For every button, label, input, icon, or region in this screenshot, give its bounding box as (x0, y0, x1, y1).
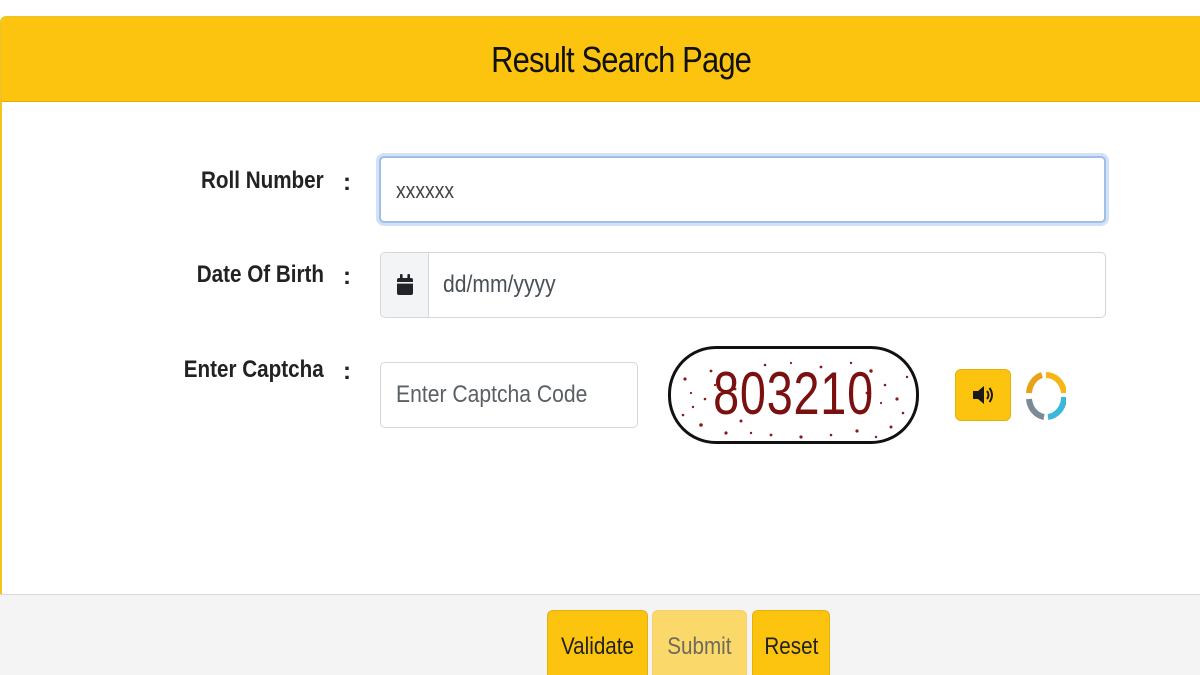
refresh-icon[interactable] (1026, 371, 1066, 421)
validate-button[interactable]: Validate (547, 610, 648, 675)
captcha-code: 803210 (713, 360, 874, 427)
calendar-icon[interactable] (381, 253, 429, 317)
submit-button-label: Submit (667, 633, 732, 660)
speaker-icon (973, 386, 993, 404)
dob-colon: : (343, 263, 351, 290)
result-search-card: Result Search Page (0, 16, 1200, 675)
captcha-audio-button[interactable] (955, 369, 1011, 421)
dob-input[interactable]: dd/mm/yyyy (429, 253, 571, 317)
roll-number-input[interactable]: xxxxxx (379, 156, 1106, 223)
roll-number-label: Roll Number (201, 167, 324, 194)
captcha-placeholder: Enter Captcha Code (396, 381, 588, 408)
captcha-image: 803210 (668, 346, 919, 444)
roll-number-value: xxxxxx (396, 177, 455, 203)
page-title: Result Search Page (491, 38, 752, 80)
captcha-colon: : (343, 358, 351, 385)
dob-input-group[interactable]: dd/mm/yyyy (380, 252, 1106, 318)
roll-number-colon: : (343, 169, 351, 196)
validate-button-label: Validate (560, 633, 635, 660)
captcha-input[interactable]: Enter Captcha Code (380, 362, 638, 428)
reset-button-label: Reset (764, 633, 818, 660)
dob-placeholder: dd/mm/yyyy (443, 271, 556, 298)
submit-button[interactable]: Submit (652, 610, 747, 675)
captcha-label: Enter Captcha (184, 356, 324, 383)
card-header: Result Search Page (2, 18, 1200, 102)
dob-label: Date Of Birth (196, 261, 324, 288)
reset-button[interactable]: Reset (752, 610, 830, 675)
